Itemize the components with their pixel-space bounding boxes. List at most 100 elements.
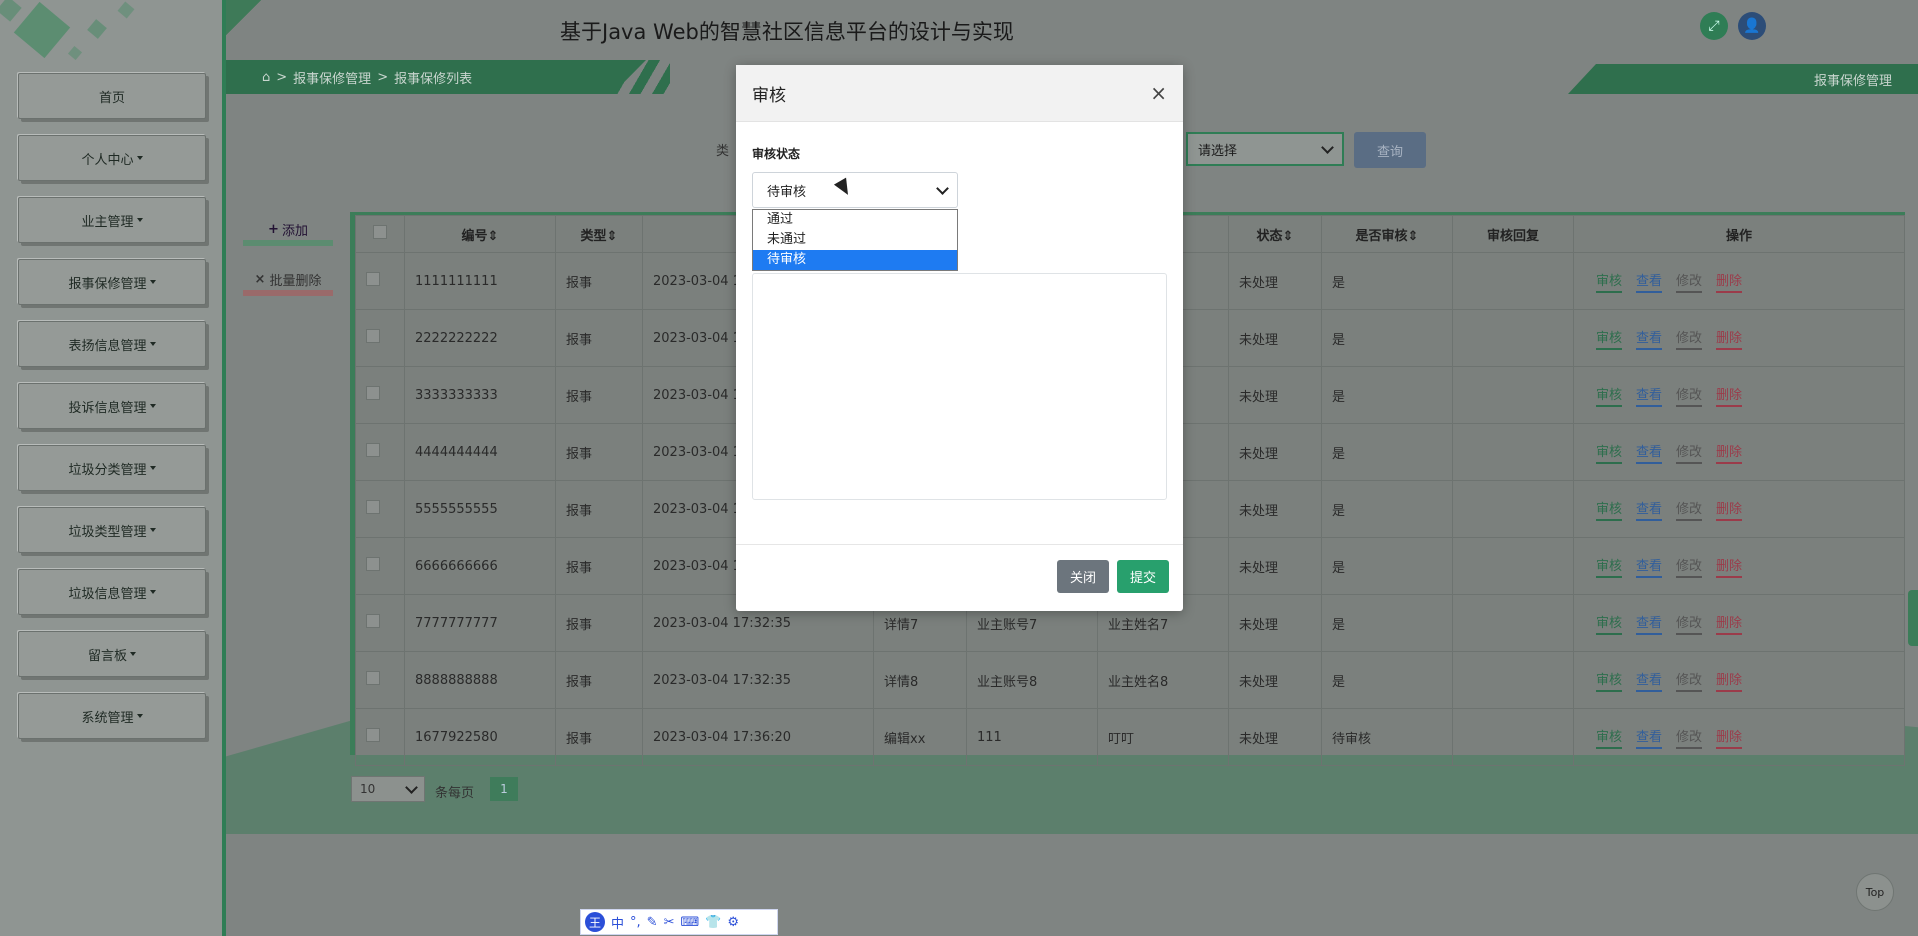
row-checkbox[interactable] [366, 500, 380, 514]
page-number[interactable]: 1 [490, 777, 518, 801]
select-all-checkbox[interactable] [373, 225, 387, 239]
back-to-top-button[interactable]: Top [1856, 873, 1894, 911]
home-icon[interactable]: ⌂ [262, 70, 270, 85]
punctuation-icon[interactable]: °, [630, 915, 641, 930]
breadcrumb-item[interactable]: 报事保修管理 [293, 68, 371, 87]
reply-textarea[interactable] [752, 273, 1167, 500]
sidebar-item[interactable]: 垃圾分类管理 [18, 445, 206, 491]
row-checkbox[interactable] [366, 614, 380, 628]
column-header-status[interactable]: 状态⇕ [1228, 215, 1322, 253]
close-icon[interactable]: × [1150, 81, 1167, 105]
view-link[interactable]: 查看 [1636, 441, 1663, 464]
edit-link[interactable]: 修改 [1676, 327, 1703, 350]
edit-link[interactable]: 修改 [1676, 726, 1703, 749]
view-link[interactable]: 查看 [1636, 270, 1663, 293]
view-link[interactable]: 查看 [1636, 327, 1663, 350]
edit-link[interactable]: 修改 [1676, 612, 1703, 635]
view-link[interactable]: 查看 [1636, 612, 1663, 635]
add-button[interactable]: + 添加 [243, 218, 333, 246]
scissors-icon[interactable]: ✂ [664, 915, 675, 930]
audit-link[interactable]: 审核 [1596, 612, 1623, 635]
column-header-audited[interactable]: 是否审核⇕ [1321, 215, 1453, 253]
ime-logo[interactable]: 王 [585, 912, 605, 932]
sidebar-item[interactable]: 业主管理 [18, 197, 206, 243]
row-checkbox[interactable] [366, 443, 380, 457]
delete-link[interactable]: 删除 [1716, 555, 1743, 578]
delete-link[interactable]: 删除 [1716, 441, 1743, 464]
row-select-cell [355, 651, 405, 709]
dropdown-option[interactable]: 待审核 [753, 250, 957, 270]
edit-link[interactable]: 修改 [1676, 384, 1703, 407]
search-select[interactable]: 请选择 [1186, 132, 1344, 166]
status-label: 审核状态 [752, 147, 801, 161]
delete-link[interactable]: 删除 [1716, 270, 1743, 293]
sidebar-item[interactable]: 留言板 [18, 631, 206, 677]
delete-link[interactable]: 删除 [1716, 726, 1743, 749]
view-link[interactable]: 查看 [1636, 555, 1663, 578]
keyboard-icon[interactable]: ⌨ [680, 915, 699, 930]
delete-link[interactable]: 删除 [1716, 612, 1743, 635]
row-checkbox[interactable] [366, 386, 380, 400]
row-checkbox[interactable] [366, 671, 380, 685]
audit-link[interactable]: 审核 [1596, 327, 1623, 350]
sidebar-item[interactable]: 投诉信息管理 [18, 383, 206, 429]
row-checkbox[interactable] [366, 329, 380, 343]
view-link[interactable]: 查看 [1636, 384, 1663, 407]
sidebar-item[interactable]: 垃圾信息管理 [18, 569, 206, 615]
audit-link[interactable]: 审核 [1596, 726, 1623, 749]
audit-link[interactable]: 审核 [1596, 441, 1623, 464]
close-button[interactable]: 关闭 [1057, 560, 1109, 593]
modal-header: 审核 × [736, 65, 1183, 122]
row-select-cell [355, 423, 405, 481]
row-checkbox[interactable] [366, 272, 380, 286]
audit-link[interactable]: 审核 [1596, 669, 1623, 692]
breadcrumb-item[interactable]: 报事保修列表 [394, 68, 472, 87]
view-link[interactable]: 查看 [1636, 669, 1663, 692]
edit-link[interactable]: 修改 [1676, 498, 1703, 521]
edit-link[interactable]: 修改 [1676, 441, 1703, 464]
view-link[interactable]: 查看 [1636, 498, 1663, 521]
cell-type: 报事 [555, 480, 643, 538]
audit-link[interactable]: 审核 [1596, 498, 1623, 521]
ime-toolbar[interactable]: 王 中 °, ✎ ✂ ⌨ 👕 ⚙ [580, 909, 778, 935]
row-select-cell [355, 366, 405, 424]
row-checkbox[interactable] [366, 557, 380, 571]
edit-link[interactable]: 修改 [1676, 270, 1703, 293]
delete-link[interactable]: 删除 [1716, 669, 1743, 692]
batch-delete-button[interactable]: × 批量删除 [243, 268, 333, 296]
submit-button[interactable]: 提交 [1117, 560, 1169, 593]
dropdown-option[interactable]: 未通过 [753, 230, 957, 250]
dropdown-option[interactable]: 通过 [753, 210, 957, 230]
delete-link[interactable]: 删除 [1716, 384, 1743, 407]
skin-icon[interactable]: 👕 [705, 915, 721, 930]
view-link[interactable]: 查看 [1636, 726, 1663, 749]
side-handle[interactable] [1908, 590, 1918, 646]
sidebar-item[interactable]: 垃圾类型管理 [18, 507, 206, 553]
page-size-select[interactable]: 10 [351, 776, 425, 802]
status-select[interactable]: 待审核 [752, 172, 958, 208]
sidebar-item[interactable]: 报事保修管理 [18, 259, 206, 305]
gear-icon[interactable]: ⚙ [727, 915, 739, 930]
pen-icon[interactable]: ✎ [647, 915, 658, 930]
delete-link[interactable]: 删除 [1716, 327, 1743, 350]
audit-link[interactable]: 审核 [1596, 270, 1623, 293]
table-row: 1677922580 报事 2023-03-04 17:36:20 编辑xx 111 叮叮… [355, 708, 1905, 766]
query-button[interactable]: 查询 [1354, 132, 1426, 168]
sidebar-item[interactable]: 系统管理 [18, 693, 206, 739]
sidebar-item[interactable]: 个人中心 [18, 135, 206, 181]
edit-link[interactable]: 修改 [1676, 555, 1703, 578]
column-header-id[interactable]: 编号⇕ [404, 215, 556, 253]
delete-link[interactable]: 删除 [1716, 498, 1743, 521]
ime-mode[interactable]: 中 [611, 913, 624, 932]
column-header-type[interactable]: 类型⇕ [555, 215, 643, 253]
edit-link[interactable]: 修改 [1676, 669, 1703, 692]
sidebar-item[interactable]: 首页 [18, 73, 206, 119]
user-icon[interactable]: 👤 [1738, 12, 1766, 40]
audit-link[interactable]: 审核 [1596, 555, 1623, 578]
row-checkbox[interactable] [366, 728, 380, 742]
audit-link[interactable]: 审核 [1596, 384, 1623, 407]
caret-down-icon [149, 342, 156, 346]
sidebar-item[interactable]: 表扬信息管理 [18, 321, 206, 367]
fullscreen-icon[interactable]: ⤢ [1700, 12, 1728, 40]
cell-reply [1452, 594, 1574, 652]
